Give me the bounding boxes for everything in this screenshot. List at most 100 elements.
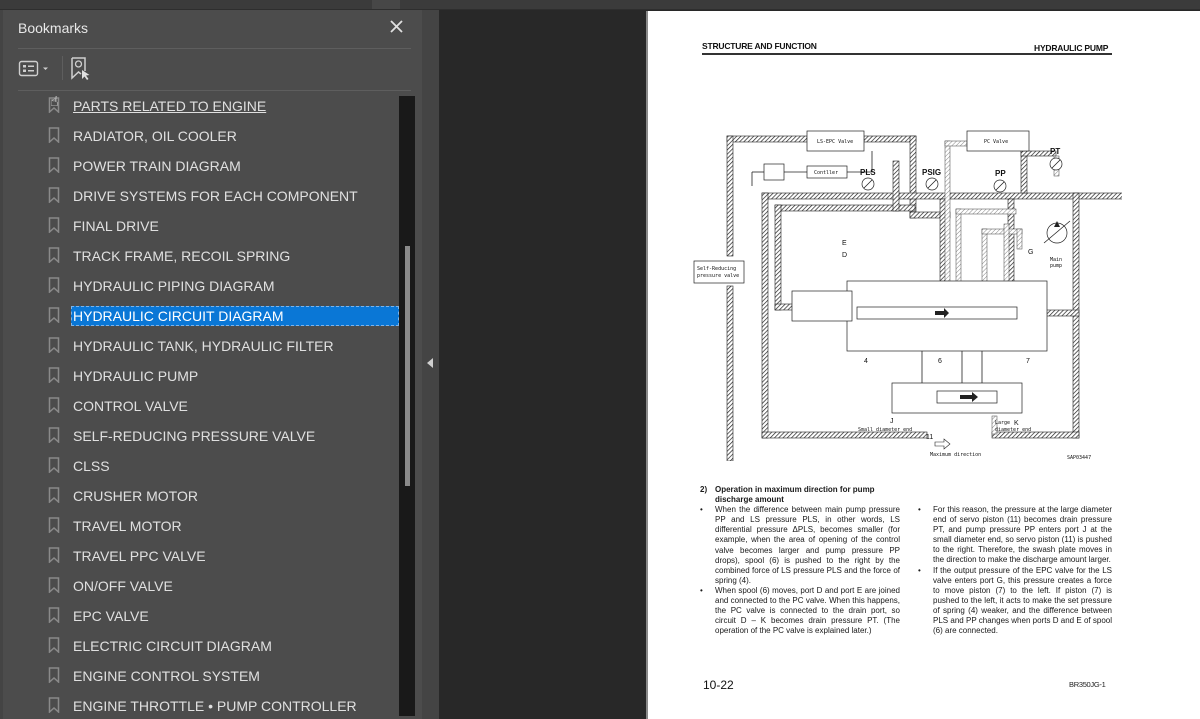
bookmark-item[interactable]: CLSS <box>44 452 399 478</box>
bookmark-label: FINAL DRIVE <box>73 218 159 234</box>
close-panel-button[interactable] <box>386 16 408 38</box>
bookmark-icon <box>48 487 60 503</box>
text-column-right: • For this reason, the pressure at the la… <box>918 505 1112 636</box>
page-header-right: HYDRAULIC PUMP <box>1034 43 1109 53</box>
section-number: 2) <box>700 485 708 494</box>
bookmark-label: TRAVEL PPC VALVE <box>73 548 206 564</box>
bookmark-item[interactable]: ENGINE CONTROL SYSTEM <box>44 662 399 688</box>
collapse-arrow-icon <box>427 358 433 368</box>
bookmark-icon <box>48 637 60 653</box>
page-number: 10-22 <box>703 678 734 692</box>
bookmark-label: POWER TRAIN DIAGRAM <box>73 158 241 174</box>
max-direction-arrow <box>934 438 951 450</box>
spring-housing <box>791 290 853 322</box>
label-11: 11 <box>926 434 933 441</box>
bookmark-icon <box>48 247 60 263</box>
bookmark-item[interactable]: ENGINE THROTTLE • PUMP CONTROLLER <box>44 692 399 718</box>
bookmark-item[interactable]: CRUSHER MOTOR <box>44 482 399 508</box>
hydraulic-diagram: LS-EPC Valve Contller PC Valve PLS PSIG … <box>693 130 1122 461</box>
bookmark-item[interactable]: ELECTRIC CIRCUIT DIAGRAM <box>44 632 399 658</box>
label-small-end: Small diameter end <box>858 427 912 433</box>
bookmark-label: RADIATOR, OIL COOLER <box>73 128 237 144</box>
bookmark-item[interactable]: CONTROL VALVE <box>44 392 399 418</box>
bookmark-icon <box>48 607 60 623</box>
bookmark-item[interactable]: EPC VALVE <box>44 602 399 628</box>
bookmark-item[interactable]: HYDRAULIC PIPING DIAGRAM <box>44 272 399 298</box>
bookmark-icon <box>48 337 60 353</box>
bookmark-options-button[interactable] <box>18 58 54 80</box>
bookmark-icon <box>48 427 60 443</box>
bookmark-label: ENGINE CONTROL SYSTEM <box>73 668 260 684</box>
label-max-direction: Maximum direction <box>930 452 981 458</box>
bookmark-icon <box>48 157 60 173</box>
list-options-icon <box>18 60 48 77</box>
text-column-left: 2) Operation in maximum direction for pu… <box>700 485 900 636</box>
top-tab[interactable] <box>372 0 400 9</box>
bookmark-item[interactable]: HYDRAULIC CIRCUIT DIAGRAM <box>44 302 399 328</box>
self-reducing-valve-box <box>693 260 745 284</box>
bookmark-label: HYDRAULIC CIRCUIT DIAGRAM <box>71 306 399 326</box>
battery-box <box>763 163 785 181</box>
bookmark-icon <box>48 697 60 713</box>
bookmark-icon <box>48 667 60 683</box>
bookmark-icon <box>48 277 60 293</box>
bookmark-icon <box>48 517 60 533</box>
paragraph: • If the output pressure of the EPC valve… <box>918 565 1112 636</box>
bookmark-item[interactable]: DRIVE SYSTEMS FOR EACH COMPONENT <box>44 182 399 208</box>
label-d: D <box>842 252 847 259</box>
bookmark-label: ENGINE THROTTLE • PUMP CONTROLLER <box>73 698 357 714</box>
bookmark-item[interactable]: POWER TRAIN DIAGRAM <box>44 152 399 178</box>
panel-title: Bookmarks <box>18 20 89 36</box>
label-main-pump-2: pump <box>1050 263 1062 269</box>
label-ls-epc-valve: LS-EPC Valve <box>817 139 853 145</box>
bookmark-item[interactable]: SELF-REDUCING PRESSURE VALVE <box>44 422 399 448</box>
bookmark-item[interactable]: HYDRAULIC PUMP <box>44 362 399 388</box>
bookmark-icon <box>48 187 60 203</box>
label-7: 7 <box>1026 358 1030 365</box>
section-heading: 2) Operation in maximum direction for pu… <box>700 485 900 505</box>
bookmark-item[interactable]: PARTS RELATED TO ENGINE ☝ <box>44 92 399 118</box>
bookmark-icon <box>48 577 60 593</box>
label-pc-valve: PC Valve <box>984 139 1008 145</box>
paragraph-text: For this reason, the pressure at the lar… <box>933 505 1112 565</box>
bookmark-item[interactable]: FINAL DRIVE <box>44 212 399 238</box>
figure-code: SAP03447 <box>1067 455 1091 461</box>
paragraph-text: When the difference between main pump pr… <box>715 505 900 585</box>
bookmark-item[interactable]: TRAVEL MOTOR <box>44 512 399 538</box>
find-bookmark-button[interactable] <box>69 56 93 82</box>
bookmark-item[interactable]: ON/OFF VALVE <box>44 572 399 598</box>
label-pls: PLS <box>860 168 876 177</box>
bookmark-label: CONTROL VALVE <box>73 398 188 414</box>
find-bookmark-icon <box>71 57 90 80</box>
bookmark-item[interactable]: RADIATOR, OIL COOLER <box>44 122 399 148</box>
divider <box>18 90 411 91</box>
bookmark-item[interactable]: TRACK FRAME, RECOIL SPRING <box>44 242 399 268</box>
bookmark-label: HYDRAULIC PUMP <box>73 368 199 384</box>
bookmark-label: TRAVEL MOTOR <box>73 518 182 534</box>
label-g: G <box>1028 249 1033 256</box>
collapse-panel-button[interactable] <box>422 10 439 719</box>
toolbar-separator <box>62 56 63 80</box>
label-psig: PSIG <box>922 168 941 177</box>
bookmark-label: ELECTRIC CIRCUIT DIAGRAM <box>73 638 272 654</box>
label-self-reducing-2: pressure valve <box>697 273 739 279</box>
bookmark-item[interactable]: HYDRAULIC TANK, HYDRAULIC FILTER <box>44 332 399 358</box>
top-toolbar-strip <box>0 0 1200 10</box>
bookmark-icon <box>48 367 60 383</box>
bookmark-scrollbar-thumb[interactable] <box>405 246 410 486</box>
label-6: 6 <box>938 358 942 365</box>
bookmark-icon <box>48 397 60 413</box>
bookmark-label: HYDRAULIC TANK, HYDRAULIC FILTER <box>73 338 334 354</box>
bookmark-label: HYDRAULIC PIPING DIAGRAM <box>73 278 275 294</box>
label-pt: PT <box>1050 147 1060 156</box>
bookmark-label: DRIVE SYSTEMS FOR EACH COMPONENT <box>73 188 358 204</box>
bookmark-icon <box>48 547 60 563</box>
page-header-left: STRUCTURE AND FUNCTION <box>702 41 817 51</box>
bookmark-label: CRUSHER MOTOR <box>73 488 198 504</box>
close-icon <box>390 20 403 33</box>
bookmark-item[interactable]: TRAVEL PPC VALVE <box>44 542 399 568</box>
label-4: 4 <box>864 358 868 365</box>
pdf-page: STRUCTURE AND FUNCTION HYDRAULIC PUMP LS… <box>646 11 1200 719</box>
bookmark-label: ON/OFF VALVE <box>73 578 173 594</box>
bookmark-label: EPC VALVE <box>73 608 149 624</box>
